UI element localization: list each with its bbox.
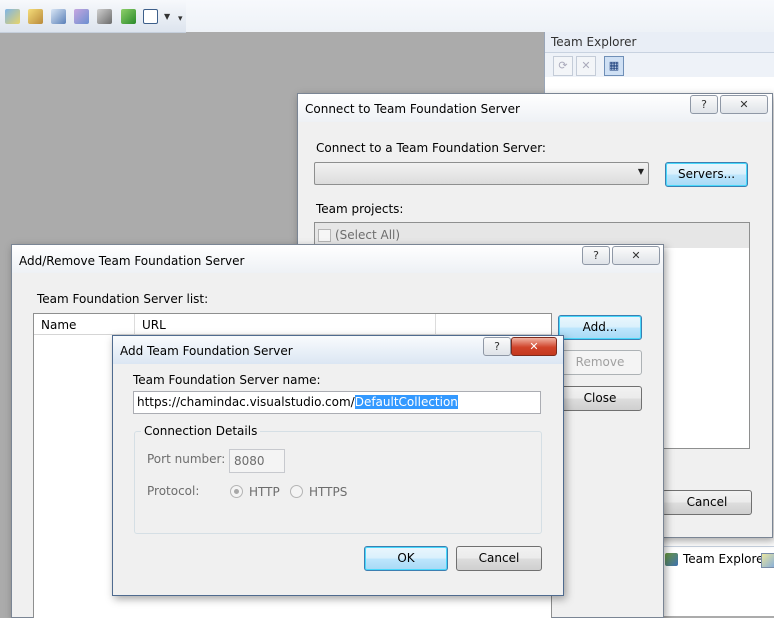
- add-remove-title: Add/Remove Team Foundation Server: [19, 254, 245, 268]
- object-browser-icon[interactable]: [51, 9, 66, 24]
- column-name[interactable]: Name: [41, 318, 76, 332]
- connect-server-icon[interactable]: ▦: [604, 56, 624, 76]
- pending-changes-tab-icon[interactable]: [761, 553, 774, 568]
- column-divider[interactable]: [435, 314, 436, 334]
- select-all-label: (Select All): [335, 228, 401, 242]
- dropdown-arrow-icon[interactable]: ▼: [164, 12, 170, 21]
- http-radio[interactable]: [230, 485, 243, 498]
- add-server-title: Add Team Foundation Server: [120, 344, 293, 358]
- projects-label: Team projects:: [316, 202, 404, 216]
- protocol-label: Protocol:: [147, 484, 200, 498]
- team-explorer-toolbar: ⟳ ✕ ▦: [545, 53, 774, 77]
- close-button[interactable]: ✕: [720, 95, 768, 114]
- toolbox-icon[interactable]: [74, 9, 89, 24]
- https-radio[interactable]: [290, 485, 303, 498]
- remove-button[interactable]: Remove: [558, 350, 642, 375]
- server-name-input[interactable]: https://chamindac.visualstudio.com/Defau…: [133, 391, 541, 414]
- add-button[interactable]: Add...: [558, 315, 642, 340]
- server-name-label: Team Foundation Server name:: [133, 373, 321, 387]
- server-url-text: https://chamindac.visualstudio.com/: [137, 395, 355, 409]
- command-window-icon[interactable]: [143, 9, 158, 24]
- tools-icon[interactable]: [97, 9, 112, 24]
- cancel-button[interactable]: Cancel: [456, 546, 542, 571]
- server-url-selection: DefaultCollection: [354, 395, 458, 409]
- close-button[interactable]: ✕: [612, 246, 660, 265]
- servers-button[interactable]: Servers...: [665, 162, 748, 187]
- connect-cancel-button[interactable]: Cancel: [662, 490, 752, 515]
- add-remove-titlebar: Add/Remove Team Foundation Server ? ✕: [12, 245, 663, 273]
- toolbar-overflow-icon[interactable]: ▾: [178, 14, 183, 24]
- team-explorer-tab-strip: Team Explorer: [663, 546, 774, 571]
- https-label: HTTPS: [309, 485, 348, 499]
- team-explorer-title: Team Explorer: [551, 35, 637, 49]
- help-button[interactable]: ?: [690, 95, 718, 114]
- close-button[interactable]: ✕: [511, 337, 557, 356]
- select-all-checkbox[interactable]: [318, 229, 331, 242]
- help-button[interactable]: ?: [582, 246, 610, 265]
- team-explorer-titlebar: Team Explorer: [545, 32, 774, 53]
- port-value: 8080: [234, 454, 265, 468]
- add-server-titlebar: Add Team Foundation Server ? ✕: [113, 336, 563, 364]
- server-combobox[interactable]: ▼: [314, 162, 649, 185]
- port-label: Port number:: [147, 452, 226, 466]
- server-list-header: Name URL: [34, 314, 551, 335]
- connection-details-label: Connection Details: [141, 424, 261, 438]
- stop-icon[interactable]: ✕: [576, 56, 596, 76]
- server-label: Connect to a Team Foundation Server:: [316, 141, 546, 155]
- close-dialog-button[interactable]: Close: [558, 386, 642, 411]
- server-list-label: Team Foundation Server list:: [37, 292, 209, 306]
- chevron-down-icon: ▼: [637, 167, 644, 176]
- http-label: HTTP: [249, 485, 280, 499]
- port-input[interactable]: 8080: [229, 449, 285, 473]
- connection-details-group: [134, 431, 542, 534]
- column-url[interactable]: URL: [142, 318, 166, 332]
- help-button[interactable]: ?: [483, 337, 511, 356]
- add-server-dialog: Add Team Foundation Server ? ✕ Team Foun…: [112, 335, 564, 596]
- column-divider[interactable]: [134, 314, 135, 334]
- team-explorer-tab-icon: [665, 553, 678, 566]
- ok-button[interactable]: OK: [364, 546, 448, 571]
- team-explorer-tab[interactable]: Team Explorer: [683, 552, 769, 566]
- main-toolbar: ▼ ▾: [0, 0, 186, 33]
- toolbar-background: [186, 0, 774, 32]
- connect-dialog-title: Connect to Team Foundation Server: [305, 102, 520, 116]
- properties-icon[interactable]: [28, 9, 43, 24]
- start-icon[interactable]: [121, 9, 136, 24]
- find-icon[interactable]: [5, 9, 20, 24]
- refresh-icon[interactable]: ⟳: [553, 56, 573, 76]
- connect-dialog-titlebar: Connect to Team Foundation Server ? ✕: [298, 94, 772, 122]
